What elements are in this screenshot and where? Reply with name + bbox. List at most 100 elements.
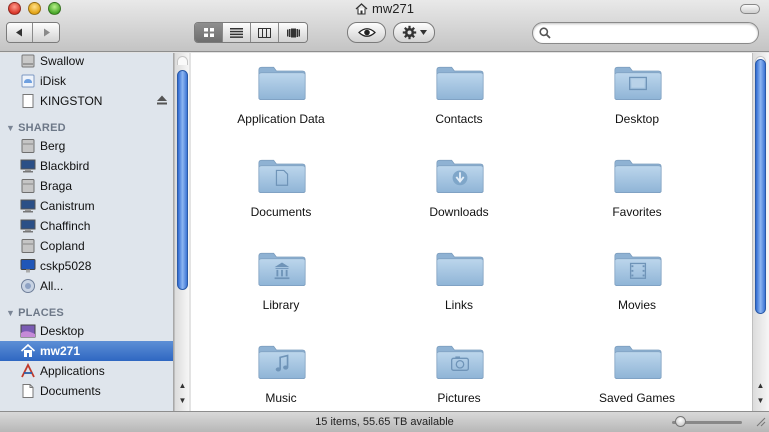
sidebar-item-swallow[interactable]: Swallow bbox=[0, 53, 173, 71]
sidebar-item-label: All... bbox=[40, 279, 64, 293]
sidebar-item-chaffinch[interactable]: Chaffinch bbox=[0, 216, 173, 236]
action-menu-button[interactable] bbox=[393, 22, 435, 43]
column-view-button[interactable] bbox=[251, 23, 279, 42]
sidebar-item-label: Copland bbox=[40, 239, 85, 253]
sidebar-scrollbar[interactable]: ▲ ▼ bbox=[174, 53, 189, 411]
desktop-icon bbox=[20, 324, 36, 338]
sidebar-item-berg[interactable]: Berg bbox=[0, 136, 173, 156]
file-item[interactable]: Application Data bbox=[196, 53, 366, 143]
scroll-up-arrow-icon[interactable]: ▲ bbox=[753, 380, 768, 392]
documents-folder-icon bbox=[258, 159, 306, 194]
scroll-down-arrow-icon[interactable]: ▼ bbox=[175, 395, 190, 407]
quick-look-button[interactable] bbox=[347, 22, 386, 43]
sidebar-item-desktop[interactable]: Desktop bbox=[0, 321, 173, 341]
desktop-folder-icon bbox=[614, 66, 662, 101]
disclosure-triangle-icon: ▼ bbox=[6, 308, 16, 318]
content-scrollbar[interactable]: ▲ ▼ bbox=[752, 53, 769, 411]
library-folder-icon bbox=[258, 252, 306, 287]
home-icon bbox=[20, 343, 36, 357]
file-item[interactable]: Links bbox=[374, 239, 544, 329]
sidebar-item-mw271[interactable]: mw271 bbox=[0, 341, 173, 361]
window-title: mw271 bbox=[372, 1, 414, 16]
search-field[interactable] bbox=[532, 22, 759, 44]
icon-size-slider-knob[interactable] bbox=[675, 416, 686, 427]
list-view-button[interactable] bbox=[223, 23, 251, 42]
file-name: Desktop bbox=[614, 112, 660, 126]
file-name: Library bbox=[262, 298, 300, 312]
sidebar-item-label: iDisk bbox=[40, 74, 66, 88]
sidebar-item-cskp5028[interactable]: cskp5028 bbox=[0, 256, 173, 276]
scroll-down-arrow-icon[interactable]: ▼ bbox=[753, 395, 768, 407]
sidebar-item-kingston[interactable]: KINGSTON bbox=[0, 91, 173, 111]
file-name: Music bbox=[265, 391, 297, 405]
file-name: Movies bbox=[617, 298, 656, 312]
status-text: 15 items, 55.65 TB available bbox=[315, 416, 454, 428]
sidebar-item-label: Applications bbox=[40, 364, 105, 378]
sidebar-item-label: Canistrum bbox=[40, 199, 95, 213]
sidebar-item-applications[interactable]: Applications bbox=[0, 361, 173, 381]
music-folder-icon bbox=[258, 345, 306, 380]
back-arrow-icon bbox=[16, 28, 22, 37]
sidebar-item-braga[interactable]: Braga bbox=[0, 176, 173, 196]
search-input[interactable] bbox=[555, 26, 750, 40]
server-icon bbox=[21, 179, 35, 193]
status-bar: 15 items, 55.65 TB available bbox=[0, 411, 769, 432]
window-title-bar: mw271 bbox=[0, 1, 769, 16]
resize-grip-icon[interactable] bbox=[756, 417, 766, 427]
file-item[interactable]: Pictures bbox=[374, 332, 544, 411]
file-name: Downloads bbox=[429, 205, 489, 219]
file-item[interactable]: Library bbox=[196, 239, 366, 329]
sidebar-header-label: SHARED bbox=[18, 122, 66, 134]
computer-icon bbox=[20, 159, 36, 173]
sidebar-section-places[interactable]: ▼ PLACES bbox=[6, 307, 64, 319]
folder-icon bbox=[436, 252, 484, 287]
applications-icon bbox=[21, 363, 35, 378]
idisk-icon bbox=[21, 74, 35, 88]
server-icon bbox=[21, 139, 35, 153]
file-item[interactable]: Music bbox=[196, 332, 366, 411]
folder-icon bbox=[258, 66, 306, 101]
toolbar-toggle-button[interactable] bbox=[740, 4, 760, 14]
file-item[interactable]: Contacts bbox=[374, 53, 544, 143]
eye-icon bbox=[357, 28, 376, 37]
sidebar-item-label: KINGSTON bbox=[40, 94, 103, 108]
sidebar-header-label: PLACES bbox=[18, 307, 64, 319]
sidebar-item-canistrum[interactable]: Canistrum bbox=[0, 196, 173, 216]
file-item[interactable]: Documents bbox=[196, 146, 366, 236]
window-toolbar: mw271 bbox=[0, 0, 769, 52]
forward-arrow-icon bbox=[43, 28, 50, 37]
icon-view-button[interactable] bbox=[195, 23, 223, 42]
file-name: Links bbox=[444, 298, 473, 312]
network-icon bbox=[21, 279, 35, 293]
file-item[interactable]: Downloads bbox=[374, 146, 544, 236]
sidebar-item-idisk[interactable]: iDisk bbox=[0, 71, 173, 91]
sidebar-scroll-thumb[interactable] bbox=[177, 70, 188, 290]
file-item[interactable]: Movies bbox=[552, 239, 722, 329]
file-item[interactable]: Saved Games bbox=[552, 332, 722, 411]
scroll-up-arrow-icon[interactable]: ▲ bbox=[175, 380, 190, 392]
disclosure-triangle-icon: ▼ bbox=[6, 123, 16, 133]
file-item[interactable]: Favorites bbox=[552, 146, 722, 236]
sidebar-item-copland[interactable]: Copland bbox=[0, 236, 173, 256]
sidebar-item-documents[interactable]: Documents bbox=[0, 381, 173, 401]
documents-icon bbox=[22, 384, 34, 398]
forward-button[interactable] bbox=[33, 23, 59, 42]
sidebar-section-shared[interactable]: ▼ SHARED bbox=[6, 122, 66, 134]
scrollbar-track-cap bbox=[177, 56, 188, 65]
file-item[interactable]: Desktop bbox=[552, 53, 722, 143]
content-scroll-thumb[interactable] bbox=[755, 59, 766, 314]
eject-icon[interactable] bbox=[156, 94, 168, 106]
file-icon-grid: Application Data Contacts Desktop Documents… bbox=[191, 53, 752, 411]
sidebar-item-label: Berg bbox=[40, 139, 66, 153]
sidebar-item-blackbird[interactable]: Blackbird bbox=[0, 156, 173, 176]
downloads-folder-icon bbox=[436, 159, 484, 194]
back-button[interactable] bbox=[7, 23, 33, 42]
sidebar-item-all[interactable]: All... bbox=[0, 276, 173, 296]
home-icon bbox=[355, 3, 368, 15]
imac-icon bbox=[20, 259, 36, 273]
coverflow-view-button[interactable] bbox=[279, 23, 307, 42]
list-view-icon bbox=[230, 27, 243, 38]
pictures-folder-icon bbox=[436, 345, 484, 380]
sidebar-item-label: Blackbird bbox=[40, 159, 90, 173]
sidebar-item-label: Documents bbox=[40, 384, 101, 398]
